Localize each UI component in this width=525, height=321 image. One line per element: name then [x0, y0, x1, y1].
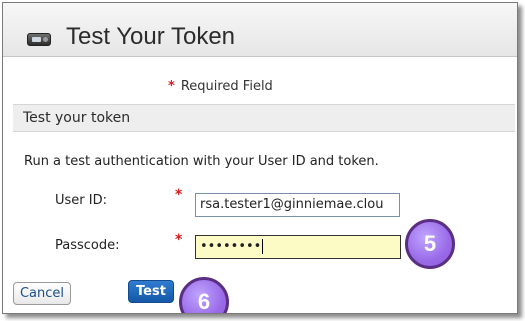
step-5-callout: 5: [405, 219, 455, 269]
required-field-note: * Required Field: [168, 79, 273, 94]
user-id-input[interactable]: rsa.tester1@ginniemae.clou: [195, 193, 400, 217]
passcode-input[interactable]: ••••••••: [195, 235, 401, 259]
passcode-required-star: *: [175, 232, 183, 248]
passcode-label: Passcode:: [55, 238, 120, 253]
section-header: Test your token: [13, 104, 515, 132]
user-id-value: rsa.tester1@ginniemae.clou: [200, 197, 384, 212]
instructions-text: Run a test authentication with your User…: [24, 154, 379, 169]
rsa-token-icon: [27, 33, 51, 46]
step-6-callout: 6: [179, 277, 229, 313]
section-title: Test your token: [23, 110, 131, 126]
passcode-value: ••••••••: [200, 239, 262, 254]
dialog-titlebar: Test Your Token: [3, 3, 517, 57]
required-field-label: Required Field: [180, 79, 273, 94]
user-id-label: User ID:: [55, 193, 107, 208]
required-star-icon: *: [168, 79, 175, 94]
test-button[interactable]: Test: [128, 280, 174, 303]
dialog-title: Test Your Token: [66, 23, 236, 50]
cancel-button[interactable]: Cancel: [13, 282, 71, 305]
dialog-window: Test Your Token * Required Field Test you…: [2, 2, 518, 314]
user-id-required-star: *: [175, 187, 183, 203]
text-caret: [262, 239, 264, 254]
